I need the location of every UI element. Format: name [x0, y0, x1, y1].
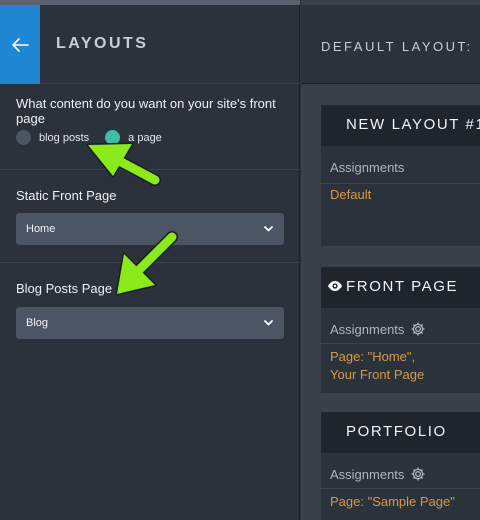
section-divider	[0, 262, 300, 263]
blog-posts-page-value: Blog	[26, 317, 49, 329]
card-title: FRONT PAGE	[346, 278, 459, 295]
sidebar-header: LAYOUTS	[0, 5, 300, 84]
assignments-text: Assignments	[330, 321, 405, 337]
main-header: DEFAULT LAYOUT:	[301, 5, 480, 84]
static-front-page-value: Home	[26, 223, 56, 235]
blog-posts-page-select[interactable]: Blog	[16, 307, 284, 339]
assignment-link[interactable]: Page: "Sample Page"	[330, 493, 455, 511]
front-page-content-section: What content do you want on your site's …	[0, 85, 300, 170]
eye-icon	[328, 281, 342, 291]
blog-posts-page-label: Blog Posts Page	[16, 281, 113, 296]
card-divider	[321, 488, 480, 489]
assignment-link[interactable]: Default	[330, 186, 371, 204]
layouts-sidebar: LAYOUTS What content do you want on your…	[0, 0, 300, 520]
assignments-text: Assignments	[330, 160, 405, 175]
radio-blog-posts[interactable]	[16, 130, 31, 145]
layout-card[interactable]: NEW LAYOUT #1 Assignments Default	[321, 105, 480, 246]
assignments-text: Assignments	[330, 466, 405, 482]
assignment-link[interactable]: Page: "Home",	[330, 348, 415, 366]
layout-card[interactable]: PORTFOLIO Assignments Page: "Sample Page…	[321, 412, 480, 520]
card-title: NEW LAYOUT #1	[346, 116, 480, 133]
front-page-radio-group: blog posts a page	[16, 130, 162, 145]
card-header: NEW LAYOUT #1	[321, 105, 480, 146]
card-header: PORTFOLIO	[321, 412, 480, 453]
card-divider	[321, 183, 480, 184]
static-front-page-select[interactable]: Home	[16, 213, 284, 245]
chevron-down-icon	[264, 320, 273, 326]
chevron-down-icon	[264, 226, 273, 232]
gear-icon[interactable]	[410, 321, 426, 337]
assignment-link[interactable]: Your Front Page	[330, 366, 424, 384]
radio-blog-posts-label[interactable]: blog posts	[39, 132, 89, 144]
card-divider	[321, 343, 480, 344]
layout-card[interactable]: FRONT PAGE Assignments Page: "Home", You…	[321, 267, 480, 393]
layouts-main: DEFAULT LAYOUT: NEW LAYOUT #1 Assignment…	[301, 0, 480, 520]
back-button[interactable]	[0, 5, 40, 84]
gear-icon[interactable]	[410, 466, 426, 482]
static-front-page-label: Static Front Page	[16, 188, 117, 203]
assignments-label: Assignments	[330, 160, 404, 175]
radio-a-page[interactable]	[105, 130, 121, 145]
default-layout-title: DEFAULT LAYOUT:	[321, 39, 473, 54]
assignments-label: Assignments	[330, 321, 426, 337]
assignments-label: Assignments	[330, 466, 426, 482]
card-header: FRONT PAGE	[321, 267, 480, 308]
sidebar-title: LAYOUTS	[56, 35, 149, 52]
arrow-left-icon	[12, 37, 29, 52]
radio-a-page-label[interactable]: a page	[128, 132, 162, 144]
front-page-question: What content do you want on your site's …	[16, 96, 276, 126]
card-title: PORTFOLIO	[346, 423, 447, 440]
